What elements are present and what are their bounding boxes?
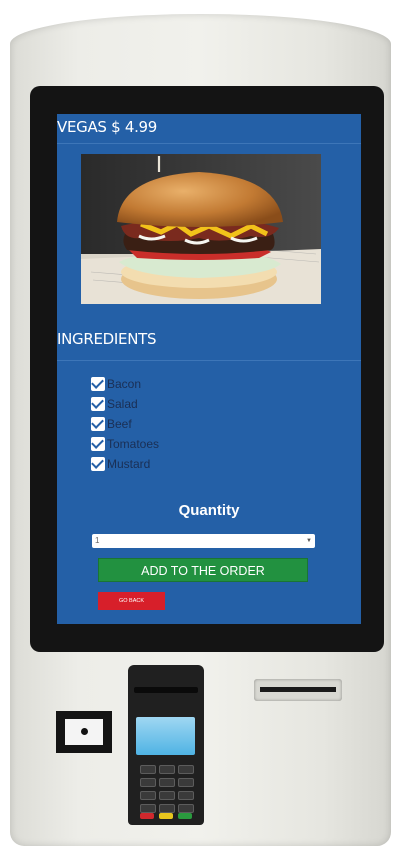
- keypad-key: [159, 791, 175, 800]
- ingredient-label: Beef: [107, 417, 132, 431]
- ingredient-item-beef[interactable]: Beef: [91, 414, 159, 434]
- scanner-window: [65, 719, 103, 745]
- quantity-value: 1: [95, 536, 100, 545]
- terminal-keypad: [140, 765, 194, 813]
- keypad-key: [140, 804, 156, 813]
- cancel-key: [140, 813, 154, 819]
- quantity-label: Quantity: [178, 502, 240, 519]
- card-slot: [134, 687, 198, 693]
- ingredients-heading: INGREDIENTS: [57, 330, 157, 348]
- title-divider: [57, 143, 361, 144]
- enter-key: [178, 813, 192, 819]
- checkbox-checked[interactable]: [91, 417, 105, 431]
- product-title: VEGAS $ 4.99: [57, 118, 158, 136]
- ingredient-item-bacon[interactable]: Bacon: [91, 374, 159, 394]
- keypad-key: [178, 765, 194, 774]
- function-keys: [140, 813, 192, 819]
- barcode-scanner: [56, 711, 112, 753]
- kiosk-screen: VEGAS $ 4.99 INGREDIENTS Bacon Salad Bee…: [57, 114, 361, 624]
- checkbox-checked[interactable]: [91, 377, 105, 391]
- keypad-key: [140, 791, 156, 800]
- keypad-key: [140, 765, 156, 774]
- ingredient-label: Salad: [107, 397, 138, 411]
- keypad-key: [178, 791, 194, 800]
- ingredients-list: Bacon Salad Beef Tomatoes Mustard: [91, 374, 159, 474]
- ingredient-label: Mustard: [107, 457, 151, 471]
- ingredient-item-mustard[interactable]: Mustard: [91, 454, 159, 474]
- add-to-order-button[interactable]: ADD TO THE ORDER: [98, 558, 308, 582]
- checkbox-checked[interactable]: [91, 397, 105, 411]
- keypad-key: [178, 804, 194, 813]
- go-back-button[interactable]: GO BACK: [98, 592, 165, 610]
- terminal-screen: [136, 717, 195, 755]
- card-dispenser-slot: [254, 679, 342, 701]
- keypad-key: [159, 804, 175, 813]
- keypad-key: [140, 778, 156, 787]
- quantity-select[interactable]: 1 ▼: [92, 534, 315, 548]
- burger-image: [81, 154, 321, 304]
- keypad-key: [178, 778, 194, 787]
- ingredient-item-tomatoes[interactable]: Tomatoes: [91, 434, 159, 454]
- ingredient-label: Tomatoes: [107, 437, 160, 451]
- ingredient-label: Bacon: [107, 377, 142, 391]
- payment-terminal: [128, 665, 204, 825]
- checkbox-checked[interactable]: [91, 457, 105, 471]
- burger-illustration: [81, 154, 321, 304]
- checkbox-checked[interactable]: [91, 437, 105, 451]
- keypad-key: [159, 778, 175, 787]
- clear-key: [159, 813, 173, 819]
- chevron-down-icon: ▼: [306, 538, 312, 544]
- ingredients-divider: [57, 360, 361, 361]
- ingredient-item-salad[interactable]: Salad: [91, 394, 159, 414]
- keypad-key: [159, 765, 175, 774]
